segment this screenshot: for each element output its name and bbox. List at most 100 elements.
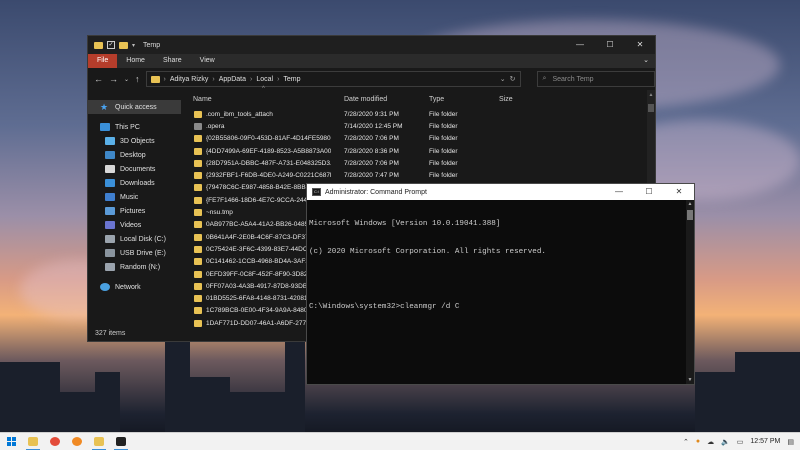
- scrollbar-thumb[interactable]: [687, 210, 693, 220]
- taskbar-app-button[interactable]: [110, 433, 132, 450]
- list-item[interactable]: .opera 7/14/2020 12:45 PM File folder: [181, 120, 655, 132]
- scrollbar-thumb[interactable]: [648, 104, 654, 112]
- folder-icon: [194, 270, 202, 278]
- tab-file[interactable]: File: [88, 54, 118, 68]
- sidebar-item-label: Videos: [120, 221, 142, 229]
- sidebar-item-label: This PC: [115, 123, 140, 131]
- folder-icon: [150, 75, 160, 83]
- sort-ascending-icon: ^: [262, 86, 265, 92]
- onedrive-icon[interactable]: ☁: [707, 438, 714, 446]
- properties-icon[interactable]: ✓: [107, 41, 115, 49]
- sidebar-item-music[interactable]: Music: [88, 190, 181, 204]
- system-tray: ⌃ ● ☁ 🔈 ▭ 12:57 PM ▤: [683, 438, 800, 446]
- file-type: File folder: [429, 172, 458, 180]
- file-type: File folder: [429, 159, 458, 167]
- action-center-icon[interactable]: ▤: [787, 438, 794, 446]
- cmd-icon: [116, 437, 126, 446]
- sidebar-item-3d-objects[interactable]: 3D Objects: [88, 134, 181, 148]
- breadcrumb-item[interactable]: Temp: [283, 76, 300, 83]
- sidebar-item-documents[interactable]: Documents: [88, 162, 181, 176]
- minimize-button[interactable]: —: [565, 36, 595, 54]
- sidebar-item-usb-drive[interactable]: USB Drive (E:): [88, 246, 181, 260]
- sidebar-item-label: 3D Objects: [120, 137, 155, 145]
- close-button[interactable]: ✕: [664, 184, 694, 200]
- music-icon: [105, 193, 115, 201]
- sidebar-item-local-disk[interactable]: Local Disk (C:): [88, 232, 181, 246]
- scroll-down-icon[interactable]: ▼: [686, 377, 694, 383]
- show-hidden-icons-icon[interactable]: ⌃: [683, 438, 689, 446]
- address-bar[interactable]: › Aditya Rizky › AppData › Local › Temp …: [145, 71, 521, 87]
- ribbon-tabs: File Home Share View ⌄: [88, 54, 655, 68]
- maximize-button[interactable]: ☐: [595, 36, 625, 54]
- tab-share[interactable]: Share: [154, 54, 191, 68]
- sidebar-item-label: Documents: [120, 165, 156, 173]
- quick-access-dropdown-icon[interactable]: ▾: [132, 42, 135, 49]
- start-button[interactable]: [0, 433, 22, 450]
- item-count: 327 items: [95, 330, 126, 337]
- maximize-button[interactable]: ☐: [634, 184, 664, 200]
- list-item[interactable]: {2932FBF1-F6DB-4DE0-A249-C0221C687E... 7/…: [181, 169, 655, 181]
- cmd-scrollbar[interactable]: ▲ ▼: [686, 200, 694, 384]
- tab-view[interactable]: View: [191, 54, 224, 68]
- folder-icon: [194, 147, 202, 155]
- list-item[interactable]: {02B55806-09F0-453D-81AF-4D14FE5980... 7/…: [181, 133, 655, 145]
- list-item[interactable]: {28D7951A-DBBC-487F-A731-E048325D3... 7/2…: [181, 157, 655, 169]
- folder-icon: [194, 122, 202, 130]
- sidebar-item-videos[interactable]: Videos: [88, 218, 181, 232]
- sidebar-item-quick-access[interactable]: ★ Quick access: [88, 100, 181, 114]
- sidebar-item-label: Downloads: [120, 179, 155, 187]
- sidebar-item-this-pc[interactable]: This PC: [88, 120, 181, 134]
- tab-home[interactable]: Home: [117, 54, 154, 68]
- up-button[interactable]: ↑: [135, 74, 140, 84]
- forward-button[interactable]: →: [109, 74, 118, 84]
- folder-icon: [194, 258, 202, 266]
- explorer-titlebar[interactable]: ✓ ▾ Temp — ☐ ✕: [88, 36, 655, 54]
- sidebar-item-network[interactable]: Network: [88, 280, 181, 294]
- clock[interactable]: 12:57 PM: [750, 438, 780, 445]
- column-header-type[interactable]: Type: [429, 96, 444, 103]
- scroll-up-icon[interactable]: ▲: [647, 92, 655, 98]
- sidebar-item-pictures[interactable]: Pictures: [88, 204, 181, 218]
- speaker-icon[interactable]: 🔈: [721, 438, 730, 446]
- list-item[interactable]: .com_ibm_tools_attach 7/28/2020 9:31 PM Fi…: [181, 108, 655, 120]
- search-input[interactable]: ⌕ Search Temp: [536, 71, 655, 87]
- address-dropdown-icon[interactable]: ⌄: [500, 75, 506, 83]
- new-folder-icon[interactable]: [119, 41, 128, 49]
- sidebar-item-label: USB Drive (E:): [120, 249, 166, 257]
- column-header-date[interactable]: Date modified: [344, 96, 387, 103]
- file-type: File folder: [429, 122, 458, 130]
- refresh-icon[interactable]: ↻: [510, 75, 516, 83]
- breadcrumb-item[interactable]: Aditya Rizky: [170, 76, 209, 83]
- list-item[interactable]: {4DD7499A-69EF-4189-8523-A5B8873A00... 7/…: [181, 145, 655, 157]
- taskbar-app-button[interactable]: [22, 433, 44, 450]
- search-placeholder: Search Temp: [552, 75, 594, 83]
- breadcrumb-item[interactable]: Local: [256, 76, 273, 83]
- back-button[interactable]: ←: [94, 74, 103, 84]
- sidebar-item-random[interactable]: Random (N:): [88, 260, 181, 274]
- scroll-up-icon[interactable]: ▲: [686, 201, 694, 207]
- sidebar-item-downloads[interactable]: Downloads: [88, 176, 181, 190]
- folder-icon: [194, 295, 202, 303]
- taskbar-app-button[interactable]: [44, 433, 66, 450]
- column-header-name[interactable]: Name: [193, 96, 212, 103]
- column-header-size[interactable]: Size: [499, 96, 513, 103]
- taskbar-app-button[interactable]: [66, 433, 88, 450]
- minimize-button[interactable]: —: [604, 184, 634, 200]
- pictures-icon: [105, 207, 115, 215]
- taskbar: ⌃ ● ☁ 🔈 ▭ 12:57 PM ▤: [0, 432, 800, 450]
- battery-icon[interactable]: ▭: [737, 438, 744, 446]
- console-output[interactable]: Microsoft Windows [Version 10.0.19041.38…: [307, 200, 694, 331]
- recent-locations-icon[interactable]: ⌄: [124, 76, 129, 83]
- file-type: File folder: [429, 147, 458, 155]
- cmd-titlebar[interactable]: C:\ Administrator: Command Prompt — ☐ ✕: [307, 184, 694, 200]
- file-date: 7/28/2020 7:06 PM: [344, 159, 399, 167]
- close-button[interactable]: ✕: [625, 36, 655, 54]
- sidebar-item-desktop[interactable]: Desktop: [88, 148, 181, 162]
- file-type: File folder: [429, 110, 458, 118]
- breadcrumb-item[interactable]: AppData: [219, 76, 246, 83]
- expand-ribbon-icon[interactable]: ⌄: [637, 54, 655, 68]
- notification-app-icon[interactable]: ●: [696, 438, 700, 445]
- file-name: {28D7951A-DBBC-487F-A731-E048325D3...: [206, 159, 331, 167]
- taskbar-app-button[interactable]: [88, 433, 110, 450]
